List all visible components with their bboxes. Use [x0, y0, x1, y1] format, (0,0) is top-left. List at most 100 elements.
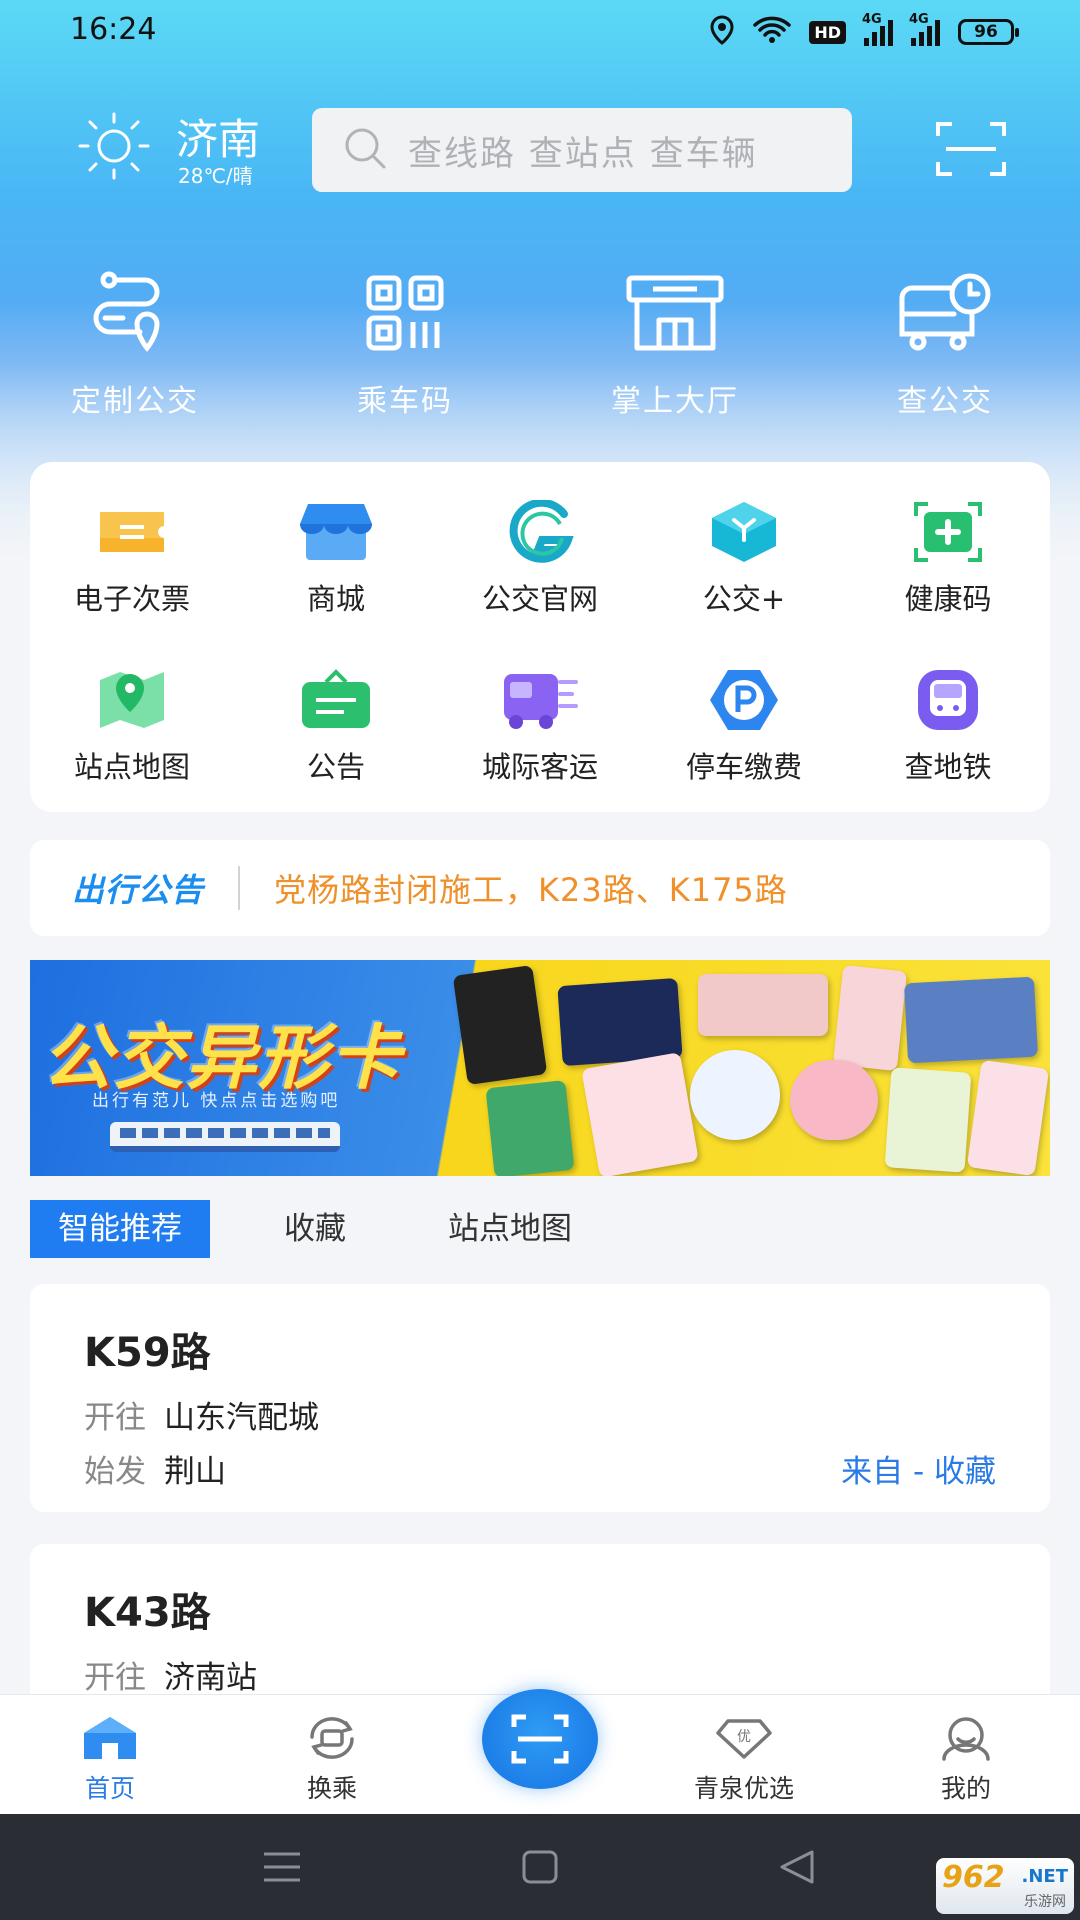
scan-button[interactable]: [936, 120, 1006, 178]
watermark-site: 乐游网: [1024, 1894, 1066, 1910]
system-nav-bar: 962 .NET 乐游网: [0, 1814, 1080, 1920]
nav-transfer[interactable]: 换乘: [252, 1715, 412, 1805]
route-destination: 开往 山东汽配城: [84, 1392, 319, 1437]
quick-hall[interactable]: 掌上大厅: [540, 270, 810, 420]
service-label: 停车缴费: [685, 750, 802, 784]
card-image: [557, 977, 683, 1067]
service-station-map[interactable]: 站点地图: [30, 668, 234, 786]
back-icon[interactable]: [778, 1850, 816, 1888]
quick-bus-query[interactable]: 查公交: [810, 270, 1080, 420]
signal-icon: 4G: [862, 12, 893, 46]
destination-label: 开往: [84, 1660, 146, 1696]
hd-badge: HD: [809, 20, 846, 44]
service-label: 健康码: [904, 582, 992, 616]
bus-clock-icon: [899, 273, 991, 351]
center-scan-button[interactable]: [482, 1689, 598, 1789]
service-ticket[interactable]: 电子次票: [30, 500, 234, 618]
origin-label: 始发: [84, 1454, 146, 1490]
route-source: 来自 - 收藏: [841, 1454, 996, 1490]
nav-mall[interactable]: 优 青泉优选: [664, 1715, 824, 1805]
location-icon: [709, 15, 735, 49]
tab-recommend[interactable]: 智能推荐: [30, 1200, 210, 1258]
destination-value: 济南站: [164, 1660, 257, 1696]
quick-label: 定制公交: [71, 384, 199, 419]
route-destination: 开往 济南站: [84, 1652, 257, 1697]
transfer-icon: [310, 1717, 354, 1759]
sun-icon: [72, 108, 156, 184]
quick-actions: 定制公交 乘车码 掌上大厅 查公交: [0, 270, 1080, 420]
status-time: 16:24: [70, 12, 157, 47]
card-image: [698, 974, 828, 1036]
robot-mascot: [690, 1050, 780, 1140]
service-label: 公告: [306, 750, 365, 784]
search-icon: [342, 125, 388, 175]
service-bus-plus[interactable]: 公交+: [642, 500, 846, 618]
network-type-label-2: 4G: [909, 12, 929, 27]
city-name[interactable]: 济南: [176, 106, 260, 167]
weather-widget[interactable]: [72, 108, 156, 184]
network-type-label: 4G: [862, 12, 882, 27]
home-icon: [84, 1717, 136, 1759]
card-image: [485, 1080, 575, 1176]
status-bar: 16:24 HD 4G 4G 96: [0, 0, 1080, 66]
service-label: 城际客运: [481, 750, 598, 784]
service-label: 公交+: [702, 582, 786, 616]
tab-favorites[interactable]: 收藏: [284, 1200, 346, 1258]
route-origin: 始发 荆山: [84, 1446, 226, 1491]
announcement-icon: [302, 669, 370, 728]
service-announcement[interactable]: 公告: [234, 668, 438, 786]
health-code-icon: [914, 502, 982, 562]
menu-icon[interactable]: [262, 1850, 302, 1888]
nav-label: 换乘: [306, 1774, 357, 1803]
pig-mascot: [790, 1060, 878, 1140]
service-health-code[interactable]: 健康码: [846, 500, 1050, 618]
diamond-icon: 优: [716, 1719, 772, 1759]
service-metro[interactable]: 查地铁: [846, 668, 1050, 786]
search-input[interactable]: 查线路 查站点 查车辆: [312, 108, 852, 192]
signal-icon-2: 4G: [909, 12, 940, 46]
site-watermark: 962 .NET 乐游网: [936, 1858, 1074, 1914]
home-square-icon[interactable]: [522, 1850, 558, 1888]
nav-label: 首页: [84, 1774, 135, 1803]
profile-icon: [942, 1717, 990, 1761]
service-shop[interactable]: 商城: [234, 500, 438, 618]
svg-text:优: 优: [737, 1729, 751, 1745]
service-intercity[interactable]: 城际客运: [438, 668, 642, 786]
destination-value: 山东汽配城: [164, 1400, 319, 1436]
card-image: [452, 964, 548, 1086]
service-label: 电子次票: [73, 582, 190, 616]
quick-custom-bus[interactable]: 定制公交: [0, 270, 270, 420]
notice-divider: [238, 866, 241, 910]
nav-profile[interactable]: 我的: [886, 1715, 1046, 1805]
service-website[interactable]: 公交官网: [438, 500, 642, 618]
card-image: [903, 976, 1039, 1064]
travel-notice[interactable]: 出行公告 党杨路封闭施工，K23路、K175路: [30, 840, 1050, 936]
notice-text: 党杨路封闭施工，K23路、K175路: [274, 871, 788, 909]
g-logo-icon: [509, 500, 574, 563]
bottom-nav: 首页 换乘 优 青泉优选 我的: [0, 1689, 1080, 1814]
quick-label: 乘车码: [357, 384, 453, 419]
promo-banner[interactable]: 公交异形卡 出行有范儿 快点点击选购吧: [30, 960, 1050, 1176]
quick-qr-code[interactable]: 乘车码: [270, 270, 540, 420]
nav-home[interactable]: 首页: [30, 1715, 190, 1805]
parking-icon: [710, 670, 778, 730]
banner-subtitle: 出行有范儿 快点点击选购吧: [92, 1091, 341, 1111]
route-name: K59路: [84, 1330, 211, 1376]
quick-label: 掌上大厅: [611, 384, 739, 419]
scan-icon: [511, 1714, 569, 1764]
search-placeholder: 查线路 查站点 查车辆: [408, 133, 758, 174]
wifi-icon: [753, 16, 792, 48]
services-card: 电子次票 商城 公交官网 公交+ 健康码 站点地图 公告 城际客运 停车缴费 查…: [30, 462, 1050, 812]
route-card[interactable]: K59路 开往 山东汽配城 始发 荆山 来自 - 收藏: [30, 1284, 1050, 1512]
route-name: K43路: [84, 1590, 211, 1636]
tab-station-map[interactable]: 站点地图: [448, 1200, 572, 1258]
watermark-net: .NET: [1021, 1866, 1068, 1887]
service-label: 公交官网: [481, 582, 598, 616]
service-parking[interactable]: 停车缴费: [642, 668, 846, 786]
origin-value: 荆山: [164, 1454, 226, 1490]
card-image: [832, 964, 908, 1072]
quick-label: 查公交: [897, 384, 993, 419]
card-image: [966, 1059, 1050, 1176]
card-image: [581, 1052, 699, 1176]
destination-label: 开往: [84, 1400, 146, 1436]
